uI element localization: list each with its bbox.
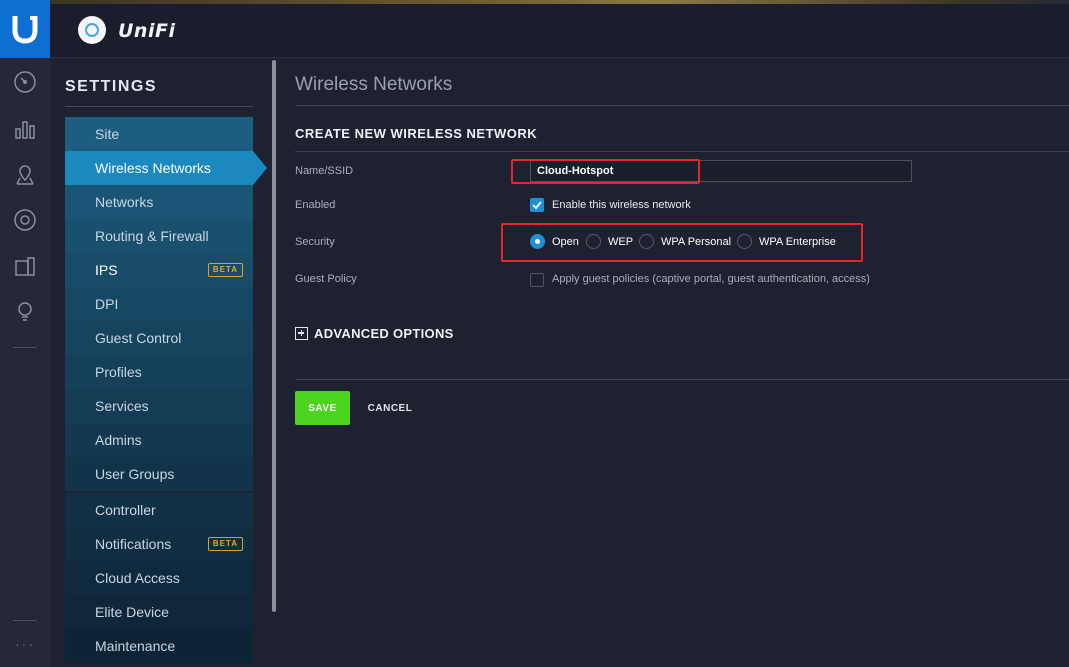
guest-policy-checkbox[interactable] (530, 273, 544, 287)
guest-policy-label: Guest Policy (295, 273, 357, 285)
sidebar-item-label: Profiles (95, 364, 142, 380)
advanced-options-toggle[interactable]: ADVANCED OPTIONS (295, 325, 454, 341)
more-icon[interactable]: ··· (13, 634, 37, 654)
sidebar-item-label: Maintenance (95, 638, 176, 654)
beta-badge: BETA (207, 263, 243, 277)
guest-policy-checkbox-label: Apply guest policies (captive portal, gu… (552, 273, 870, 285)
controller-logo-icon[interactable] (78, 16, 106, 44)
sidebar-item-label: Wireless Networks (95, 160, 211, 176)
sidebar-item-services[interactable]: Services (65, 389, 253, 423)
sidebar-item-label: Cloud Access (95, 570, 180, 586)
statistics-icon[interactable] (12, 116, 38, 142)
sidebar-item-label: IPS (95, 262, 118, 278)
clients-icon[interactable] (12, 254, 38, 280)
sidebar-item-wireless-networks[interactable]: Wireless Networks (65, 151, 267, 185)
sidebar-item-label: Admins (95, 432, 142, 448)
sidebar-item-label: User Groups (95, 466, 175, 482)
sidebar-item-guest-control[interactable]: Guest Control (65, 321, 253, 355)
sidebar-item-notifications[interactable]: Notifications BETA (65, 527, 253, 561)
beta-badge: BETA (207, 537, 243, 551)
sidebar-item-cloud-access[interactable]: Cloud Access (65, 561, 253, 595)
section-divider (295, 151, 1069, 152)
security-label: Security (295, 236, 335, 248)
rail-divider (13, 620, 37, 621)
sidebar-item-label: DPI (95, 296, 119, 312)
map-icon[interactable] (12, 162, 38, 188)
sidebar-item-label: Elite Device (95, 604, 169, 620)
sidebar-item-user-groups[interactable]: User Groups (65, 457, 253, 491)
ubiquiti-u-icon (12, 16, 38, 44)
sidebar-item-ips[interactable]: IPS BETA (65, 253, 253, 287)
actions-divider (295, 379, 1069, 380)
enabled-checkbox[interactable] (530, 198, 544, 212)
section-title: CREATE NEW WIRELESS NETWORK (295, 126, 538, 141)
icon-rail: ··· (0, 0, 50, 667)
sidebar-item-label: Networks (95, 194, 154, 210)
sidebar-item-label: Services (95, 398, 149, 414)
sidebar-item-dpi[interactable]: DPI (65, 287, 253, 321)
devices-icon[interactable] (12, 207, 38, 233)
checkmark-icon (532, 201, 542, 210)
sidebar-item-label: Guest Control (95, 330, 182, 346)
sidebar-item-routing-firewall[interactable]: Routing & Firewall (65, 219, 253, 253)
cancel-button[interactable]: CANCEL (360, 391, 420, 425)
enabled-checkbox-label: Enable this wireless network (552, 199, 691, 211)
sidebar-item-label: Notifications (95, 536, 172, 552)
advanced-options-label: ADVANCED OPTIONS (314, 325, 454, 341)
dashboard-icon[interactable] (12, 69, 38, 95)
sidebar-scrollbar[interactable] (272, 60, 276, 612)
insights-icon[interactable] (12, 298, 38, 324)
top-strip (50, 0, 1069, 4)
title-divider (295, 105, 1069, 106)
expand-plus-icon (295, 326, 308, 340)
sidebar-item-elite-device[interactable]: Elite Device (65, 595, 253, 629)
sidebar-item-profiles[interactable]: Profiles (65, 355, 253, 389)
rail-divider (13, 347, 37, 348)
sidebar-item-admins[interactable]: Admins (65, 423, 253, 457)
settings-divider (65, 106, 253, 107)
sidebar-item-networks[interactable]: Networks (65, 185, 253, 219)
highlight-box-security (501, 223, 863, 262)
sidebar-item-maintenance[interactable]: Maintenance (65, 629, 253, 663)
settings-menu: Site Wireless Networks Networks Routing … (65, 117, 267, 663)
sidebar-item-controller[interactable]: Controller (65, 493, 253, 527)
ubiquiti-logo[interactable] (0, 0, 50, 58)
sidebar-item-label: Controller (95, 502, 156, 518)
sidebar-item-site[interactable]: Site (65, 117, 253, 151)
enabled-label: Enabled (295, 199, 336, 211)
sidebar-item-label: Site (95, 126, 120, 142)
page-title: Wireless Networks (295, 74, 453, 95)
brand-name: UniFi (118, 20, 176, 42)
name-ssid-label: Name/SSID (295, 165, 354, 177)
top-bar: UniFi (50, 0, 1069, 58)
highlight-box-ssid (511, 159, 700, 184)
settings-title: SETTINGS (65, 78, 158, 95)
save-button[interactable]: SAVE (295, 391, 350, 425)
sidebar-item-label: Routing & Firewall (95, 228, 209, 244)
